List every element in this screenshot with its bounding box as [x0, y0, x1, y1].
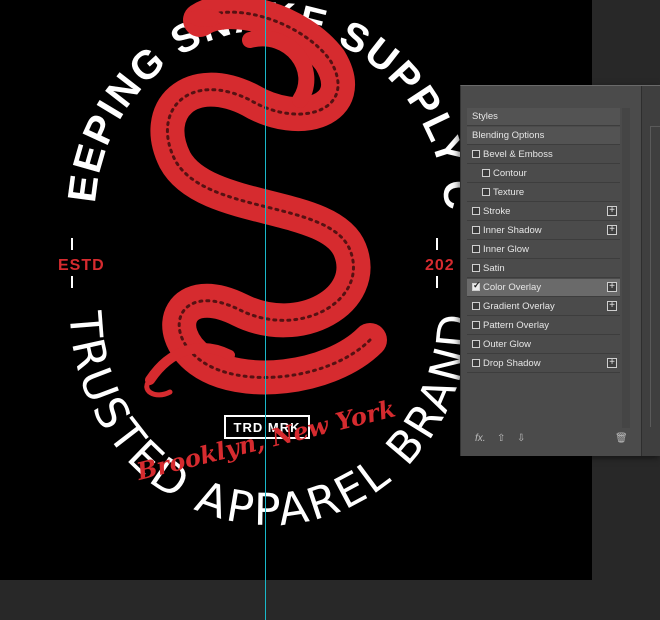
style-checkbox[interactable] [472, 226, 480, 234]
move-down-icon[interactable]: ⇩ [517, 433, 525, 444]
style-row-pattern-overlay[interactable]: Pattern Overlay [467, 317, 620, 335]
style-label: Contour [493, 168, 527, 179]
style-row-texture[interactable]: Texture [467, 184, 620, 202]
style-checkbox[interactable] [472, 207, 480, 215]
trash-icon[interactable]: 🗑 [615, 433, 628, 444]
document-canvas[interactable]: SLEEPING SNAKE SUPPLY CO. TRUSTED APPARE… [0, 0, 660, 620]
estd-right-text: 202 [425, 257, 455, 274]
style-checkbox[interactable] [472, 321, 480, 329]
fx-icon[interactable]: fx. [475, 433, 486, 444]
style-checkbox[interactable] [472, 302, 480, 310]
style-row-bevel-emboss[interactable]: Bevel & Emboss [467, 146, 620, 164]
style-row-outer-glow[interactable]: Outer Glow [467, 336, 620, 354]
style-label: Texture [493, 187, 525, 198]
add-instance-icon[interactable]: + [607, 301, 617, 311]
add-instance-icon[interactable]: + [607, 206, 617, 216]
style-checkbox[interactable] [472, 280, 481, 291]
style-label: Inner Glow [483, 244, 529, 255]
vertical-guide[interactable] [265, 0, 266, 620]
blending-options-row[interactable]: Blending Options [467, 127, 620, 145]
blending-options-label: Blending Options [472, 130, 545, 141]
styles-header-row[interactable]: Styles [467, 108, 620, 126]
style-label: Stroke [483, 206, 511, 217]
style-checkbox[interactable] [472, 150, 480, 158]
style-row-inner-glow[interactable]: Inner Glow [467, 241, 620, 259]
style-row-satin[interactable]: Satin [467, 260, 620, 278]
style-row-gradient-overlay[interactable]: Gradient Overlay + [467, 298, 620, 316]
estd-left-text: ESTD [58, 257, 105, 274]
style-row-inner-shadow[interactable]: Inner Shadow + [467, 222, 620, 240]
style-row-drop-shadow[interactable]: Drop Shadow + [467, 355, 620, 373]
style-row-stroke[interactable]: Stroke + [467, 203, 620, 221]
style-checkbox[interactable] [472, 359, 480, 367]
add-instance-icon[interactable]: + [607, 282, 617, 292]
styles-scrollbar[interactable] [622, 108, 630, 428]
add-instance-icon[interactable]: + [607, 225, 617, 235]
style-checkbox[interactable] [482, 188, 490, 196]
styles-header-label: Styles [472, 111, 498, 122]
style-label: Pattern Overlay [483, 320, 549, 331]
add-instance-icon[interactable]: + [607, 358, 617, 368]
style-label: Color Overlay [483, 282, 542, 293]
style-label: Satin [483, 263, 505, 274]
move-up-icon[interactable]: ⇧ [497, 433, 505, 444]
style-label: Gradient Overlay [483, 301, 555, 312]
style-row-color-overlay[interactable]: Color Overlay + [467, 279, 620, 297]
panel-footer: fx. ⇧ ⇩ 🗑 [467, 430, 628, 452]
style-checkbox[interactable] [482, 169, 490, 177]
panel-right-edge [641, 86, 660, 456]
style-row-contour[interactable]: Contour [467, 165, 620, 183]
style-checkbox[interactable] [472, 264, 480, 272]
style-label: Inner Shadow [483, 225, 542, 236]
style-checkbox[interactable] [472, 245, 480, 253]
style-label: Drop Shadow [483, 358, 541, 369]
layer-style-panel[interactable]: Styles Blending Options Bevel & Emboss Co… [460, 85, 660, 456]
style-checkbox[interactable] [472, 340, 480, 348]
style-label: Outer Glow [483, 339, 532, 350]
styles-list: Styles Blending Options Bevel & Emboss Co… [467, 108, 620, 428]
style-label: Bevel & Emboss [483, 149, 553, 160]
